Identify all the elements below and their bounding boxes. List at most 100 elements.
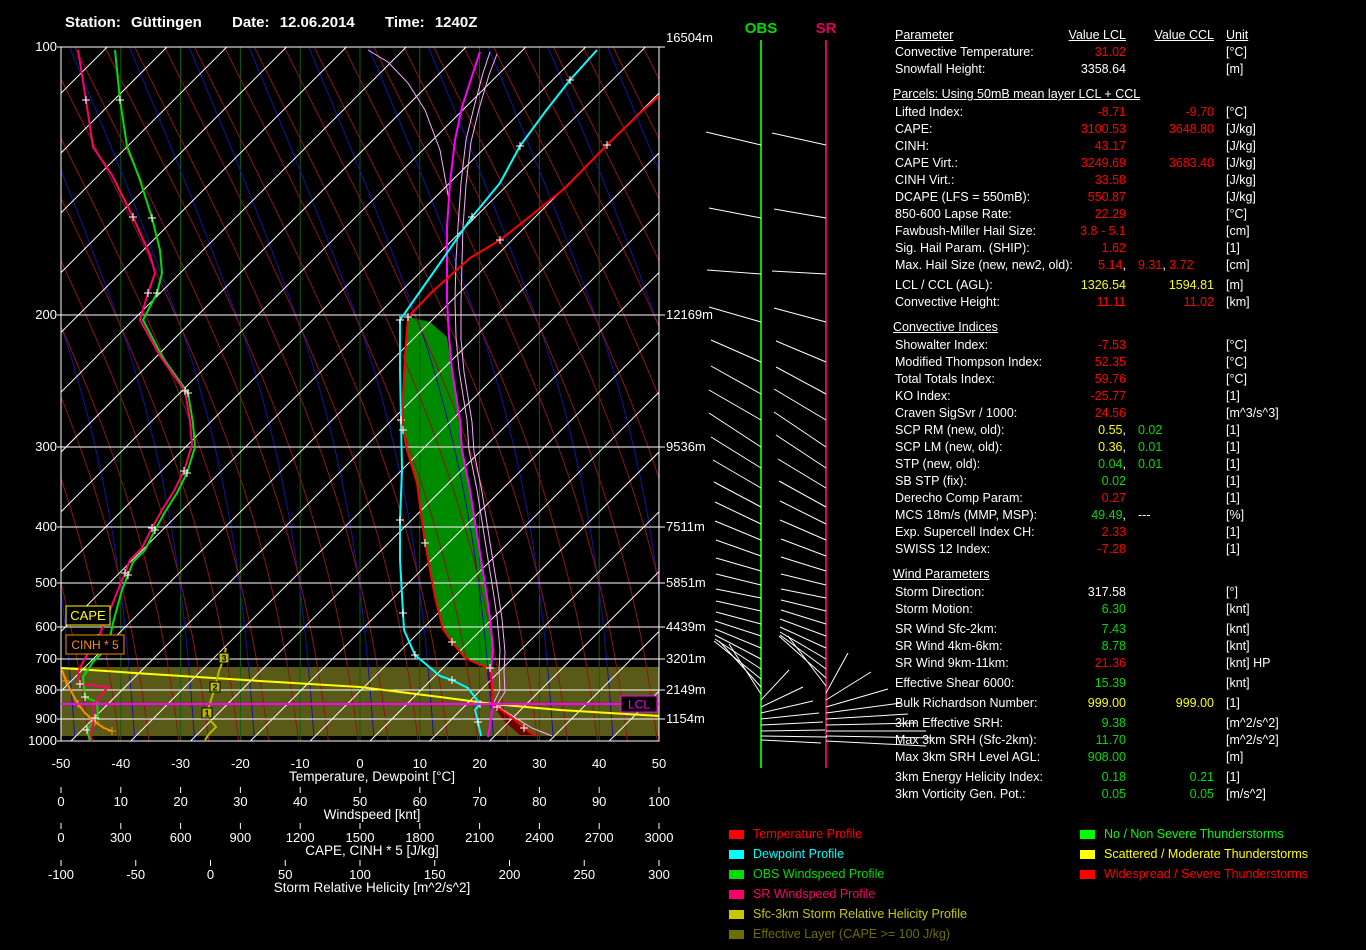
axis-tick-label: 0 xyxy=(207,867,214,882)
value-lcl: 317.58 xyxy=(893,584,1126,601)
value-lcl: 2.33 xyxy=(893,524,1126,541)
table-row: CINH: 43.17 [J/kg] xyxy=(893,138,1366,155)
value-lcl: 31.02 xyxy=(893,44,1126,61)
value-lcl: -8.71 xyxy=(893,104,1127,121)
axis-tick-label: 2700 xyxy=(585,830,614,845)
table-row: Effective Shear 6000: 15.39 [knt] xyxy=(893,675,1366,692)
unit-label: [1] xyxy=(1226,491,1240,505)
value-segment: --- xyxy=(1138,508,1151,522)
profile-legend-item: Dewpoint Profile xyxy=(729,844,967,864)
pressure-label: 1000 xyxy=(28,733,57,748)
value-segment: -7.28 xyxy=(1097,542,1127,556)
table-row: SCP LM (new, old): 0.36, 0.01 [1] xyxy=(893,439,1366,456)
value-segment: 3648.80 xyxy=(1168,122,1214,136)
legend-label: Sfc-3km Storm Relative Helicity Profile xyxy=(753,907,967,921)
value-segment: 908.00 xyxy=(1087,750,1126,764)
value-segment: 0.01 xyxy=(1138,440,1163,454)
axis-tick-label: 20 xyxy=(472,756,486,771)
value-ccl: 9.31, 3.72 xyxy=(1126,257,1214,274)
height-label: 16504m xyxy=(666,30,713,45)
unit-label: [cm] xyxy=(1226,258,1250,272)
axis-tick-label: -50 xyxy=(126,867,145,882)
value-lcl: 0.05 xyxy=(893,786,1126,803)
value-segment: 9.31 xyxy=(1138,258,1163,272)
value-segment: 1326.54 xyxy=(1080,278,1126,292)
axis-tick-label: 900 xyxy=(230,830,252,845)
value-segment: 1.62 xyxy=(1101,241,1126,255)
table-row: SCP RM (new, old): 0.55, 0.02 [1] xyxy=(893,422,1366,439)
parameter-table: Parameter Value LCL Value CCL Unit Convectiv… xyxy=(893,27,1366,803)
value-segment: 59.76 xyxy=(1094,372,1126,386)
value-segment: 9.38 xyxy=(1101,716,1126,730)
axis-tick-label: 20 xyxy=(173,794,187,809)
value-ccl: 0.01 xyxy=(1126,439,1214,456)
unit-label: [1] xyxy=(1226,440,1240,454)
table-row: SR Wind 4km-6km: 8.78 [knt] xyxy=(893,638,1366,655)
table-row: DCAPE (LFS = 550mB): 550.87 [J/kg] xyxy=(893,189,1366,206)
legend-swatch-icon xyxy=(1080,849,1095,859)
table-row: 3km Effective SRH: 9.38 [m^2/s^2] xyxy=(893,715,1366,732)
axis-tick-label: 10 xyxy=(114,794,128,809)
axis-tick-label: 40 xyxy=(293,794,307,809)
value-segment: -8.71 xyxy=(1097,105,1127,119)
value-segment: 0.05 xyxy=(1101,787,1126,801)
value-segment: 5.14 xyxy=(1098,258,1123,272)
unit-label: [J/kg] xyxy=(1226,156,1256,170)
axis-tick-label: 100 xyxy=(648,794,670,809)
table-row: 3km Vorticity Gen. Pot.: 0.05 0.05 [m/s^2] xyxy=(893,786,1366,803)
profile-legend: Temperature Profile Dewpoint Profile OBS W… xyxy=(729,824,967,944)
value-segment: 550.87 xyxy=(1087,190,1126,204)
srh-km-label: 3 xyxy=(221,654,226,664)
height-label: 3201m xyxy=(666,651,706,666)
value-ccl: --- xyxy=(1126,507,1214,524)
table-row: Craven SigSvr / 1000: 24.56 [m^3/s^3] xyxy=(893,405,1366,422)
value-segment: 22.29 xyxy=(1094,207,1126,221)
unit-label: [°C] xyxy=(1226,45,1247,59)
table-row: MCS 18m/s (MMP, MSP): 49.49, --- [%] xyxy=(893,507,1366,524)
legend-swatch-icon xyxy=(729,929,744,939)
value-lcl: 24.56 xyxy=(893,405,1126,422)
lcl-label: LCL xyxy=(628,698,650,712)
table-row: Total Totals Index: 59.76 [°C] xyxy=(893,371,1366,388)
table-row: LCL / CCL (AGL): 1326.54 1594.81 [m] xyxy=(893,277,1366,294)
value-segment: 3683.40 xyxy=(1168,156,1214,170)
value-segment: 11.11 xyxy=(1096,295,1126,309)
table-row: Exp. Supercell Index CH: 2.33 [1] xyxy=(893,524,1366,541)
axis-tick-label: 600 xyxy=(170,830,192,845)
cape-axis: 0 300 600 900 1200 1500 1800 2100 2400 2700 3000CA… xyxy=(57,823,673,858)
value-segment: 0.55 xyxy=(1098,423,1123,437)
unit-label: [J/kg] xyxy=(1226,173,1256,187)
table-section-title: Convective Indices xyxy=(893,320,998,334)
value-lcl: 0.36, xyxy=(893,439,1126,456)
table-row: Storm Direction: 317.58 [°] xyxy=(893,584,1366,601)
value-segment: 1594.81 xyxy=(1168,278,1214,292)
value-segment: 999.00 xyxy=(1175,696,1214,710)
value-lcl: 3100.53 xyxy=(893,121,1126,138)
table-row: CINH Virt.: 33.58 [J/kg] xyxy=(893,172,1366,189)
value-lcl: 0.04, xyxy=(893,456,1126,473)
table-row: SB STP (fix): 0.02 [1] xyxy=(893,473,1366,490)
unit-label: [m^2/s^2] xyxy=(1226,716,1279,730)
table-row: Convective Height: 11.11 11.02 [km] xyxy=(893,294,1366,311)
value-segment: 0.02 xyxy=(1138,423,1163,437)
unit-label: [knt] xyxy=(1226,639,1250,653)
axis-tick-label: 0 xyxy=(57,830,64,845)
profile-legend-item: Temperature Profile xyxy=(729,824,967,844)
table-row: SR Wind 9km-11km: 21.36 [knt] HP xyxy=(893,655,1366,672)
severity-legend: No / Non Severe Thunderstorms Scattered /… xyxy=(1080,824,1308,884)
unit-label: [1] xyxy=(1226,423,1240,437)
pressure-label: 800 xyxy=(35,682,57,697)
pressure-label: 300 xyxy=(35,439,57,454)
value-segment: 6.30 xyxy=(1101,602,1126,616)
value-segment: 2.33 xyxy=(1101,525,1126,539)
value-segment: 999.00 xyxy=(1087,696,1126,710)
value-segment: 21.36 xyxy=(1094,656,1126,670)
value-ccl: 3648.80 xyxy=(1126,121,1214,138)
value-lcl: 33.58 xyxy=(893,172,1126,189)
legend-label: Temperature Profile xyxy=(753,827,863,841)
obs-column-label: OBS xyxy=(745,20,778,37)
axis-title: Windspeed [knt] xyxy=(324,807,421,822)
col-header-unit: Unit xyxy=(1226,28,1249,42)
unit-label: [knt] HP xyxy=(1226,656,1271,670)
pressure-labels: 100 200 300 400 500 600 700 800 900 1000 xyxy=(28,39,61,748)
